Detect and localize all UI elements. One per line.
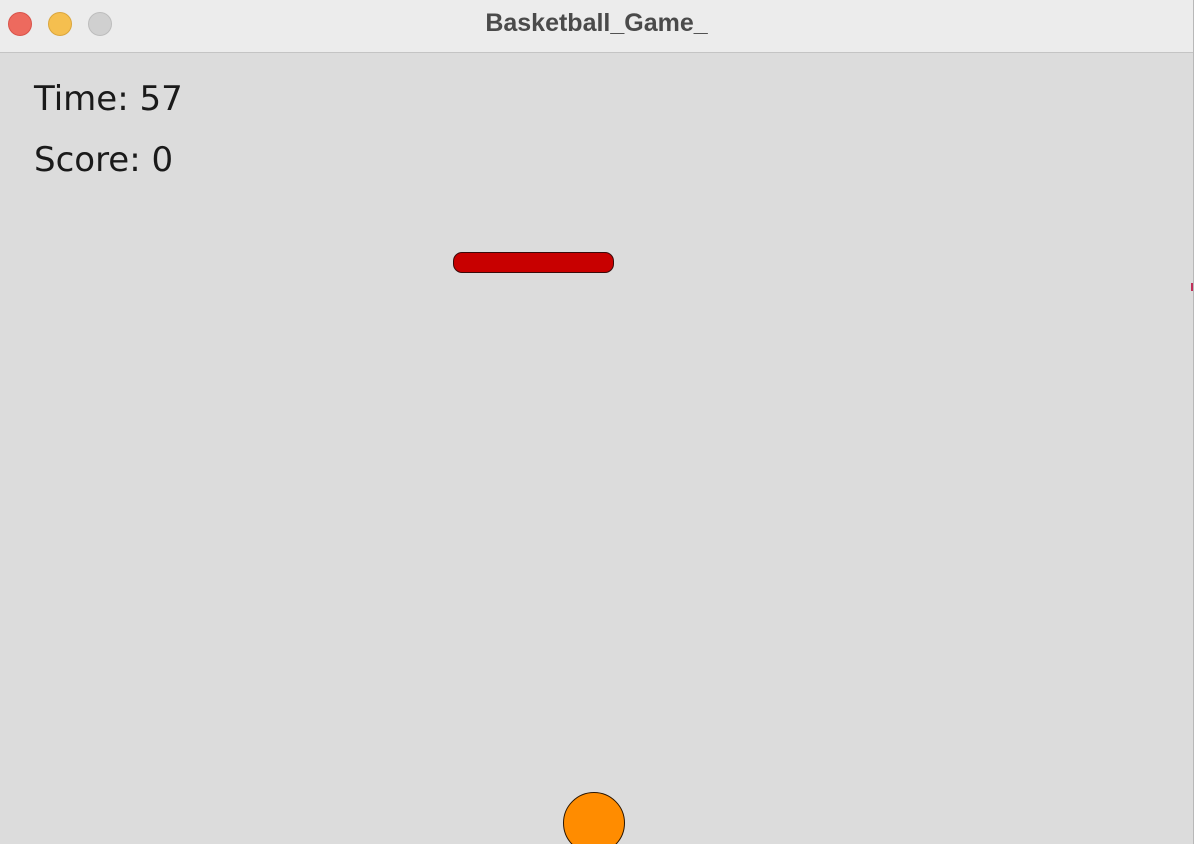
- score-label: Score:: [34, 140, 141, 180]
- hoop-paddle: [453, 252, 614, 273]
- time-display: Time: 57: [34, 79, 183, 119]
- game-window: Basketball_Game_ Time: 57 Score: 0: [0, 0, 1194, 844]
- score-display: Score: 0: [34, 140, 173, 180]
- window-title: Basketball_Game_: [485, 9, 708, 37]
- edge-marker: [1191, 283, 1193, 291]
- time-value: 57: [139, 79, 183, 119]
- score-value: 0: [151, 140, 174, 180]
- title-bar[interactable]: Basketball_Game_: [0, 0, 1193, 53]
- time-label: Time:: [34, 79, 129, 119]
- game-canvas[interactable]: Time: 57 Score: 0: [0, 53, 1193, 844]
- basketball[interactable]: [563, 792, 625, 844]
